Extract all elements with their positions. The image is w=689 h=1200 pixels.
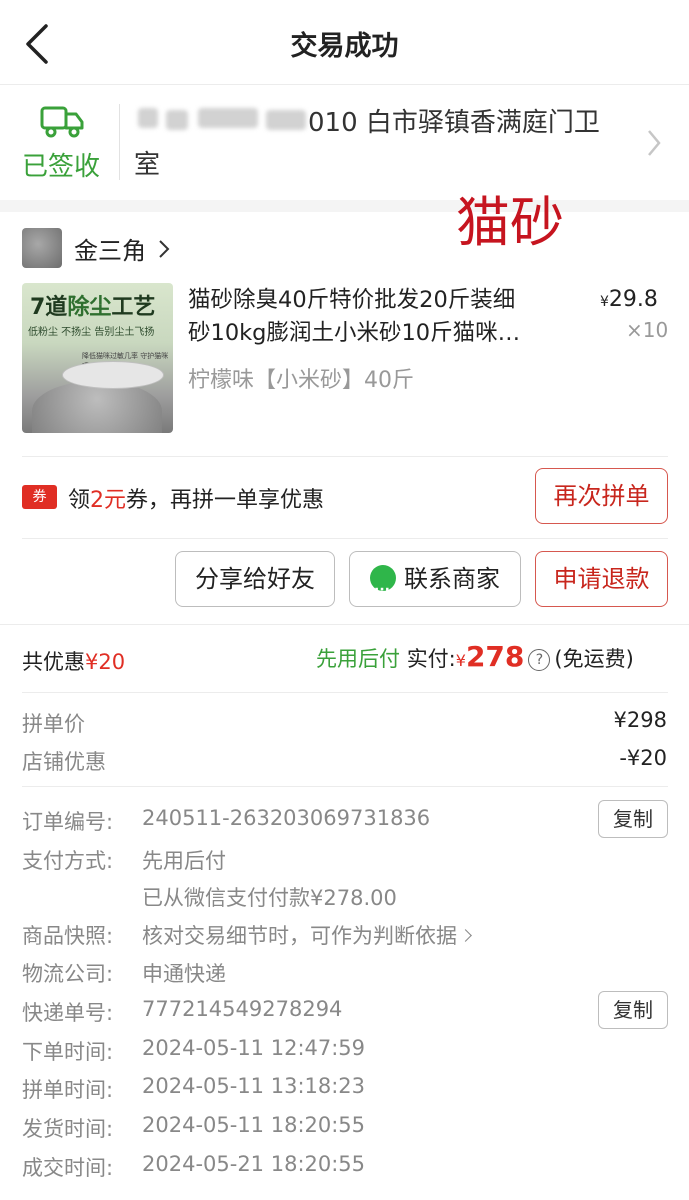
courier-label: 物流公司: xyxy=(22,962,114,986)
courier-company: 申通快递 xyxy=(142,962,226,986)
shop-avatar[interactable] xyxy=(22,228,62,268)
delivery-status: 已签收 xyxy=(22,152,101,182)
payment-method: 先用后付 xyxy=(142,849,226,873)
divider xyxy=(22,456,668,457)
shop-name[interactable]: 金三角 xyxy=(74,231,146,266)
chevron-right-icon xyxy=(459,929,472,942)
coupon-text: 领2元券，再拼一单享优惠 xyxy=(68,488,325,513)
product-quantity: ×10 xyxy=(626,318,669,342)
truck-icon xyxy=(40,106,84,138)
redacted-name xyxy=(138,108,158,128)
payment-method-label: 支付方式: xyxy=(22,849,114,873)
copy-tracking-number-button[interactable]: 复制 xyxy=(598,991,668,1029)
address-line: 室 xyxy=(134,150,161,180)
refund-button[interactable]: 申请退款 xyxy=(535,551,668,607)
time-value: 2024-05-11 18:20:55 xyxy=(142,1113,366,1137)
discount-summary: 共优惠¥20 xyxy=(22,650,126,674)
redacted-name xyxy=(166,110,188,130)
order-number: 240511-263203069731836 xyxy=(142,806,431,830)
share-button[interactable]: 分享给好友 xyxy=(175,551,335,607)
divider xyxy=(22,692,668,693)
section-separator xyxy=(0,200,689,212)
time-label: 成交时间: xyxy=(22,1156,114,1180)
time-value: 2024-05-11 12:47:59 xyxy=(142,1036,366,1060)
page-title: 交易成功 xyxy=(290,31,399,62)
redacted-phone xyxy=(198,108,258,128)
divider xyxy=(119,104,120,180)
product-spec: 柠檬味【小米砂】40斤 xyxy=(188,368,414,393)
snapshot-link[interactable]: 核对交易细节时，可作为判断依据 xyxy=(142,920,472,950)
divider xyxy=(22,538,668,539)
product-title[interactable]: 猫砂除臭40斤特价批发20斤装细 砂10kg膨润土小米砂10斤猫咪… xyxy=(188,284,578,350)
overlay-annotation: 猫砂 xyxy=(456,191,564,254)
time-label: 下单时间: xyxy=(22,1040,114,1064)
payment-note: 已从微信支付付款¥278.00 xyxy=(142,886,397,910)
redacted-phone xyxy=(266,110,306,130)
coupon-badge: 券 xyxy=(22,485,57,509)
contact-seller-button[interactable]: 联系商家 xyxy=(349,551,521,617)
paid-summary: 先用后付 实付:¥278? (免运费) xyxy=(316,640,634,673)
breakdown-value: ¥298 xyxy=(613,708,667,732)
tracking-number-label: 快递单号: xyxy=(22,1001,114,1025)
copy-order-number-button[interactable]: 复制 xyxy=(598,800,668,838)
time-label: 发货时间: xyxy=(22,1117,114,1141)
breakdown-value: -¥20 xyxy=(619,746,667,770)
help-icon[interactable]: ? xyxy=(528,649,551,671)
chevron-right-icon[interactable] xyxy=(158,238,170,260)
breakdown-label: 店铺优惠 xyxy=(22,750,106,774)
product-price: ¥29.8 xyxy=(600,287,658,312)
snapshot-label: 商品快照: xyxy=(22,924,114,948)
divider xyxy=(0,624,689,625)
tracking-number: 777214549278294 xyxy=(142,997,343,1021)
time-value: 2024-05-21 18:20:55 xyxy=(142,1152,366,1176)
product-image[interactable]: 7道除尘工艺 低粉尘 不扬尘 告别尘土飞扬 降低猫咪过敏几率 守护猫咪呼吸系统 xyxy=(22,283,173,433)
time-value: 2024-05-11 13:18:23 xyxy=(142,1074,366,1098)
time-label: 拼单时间: xyxy=(22,1078,114,1102)
breakdown-label: 拼单价 xyxy=(22,712,85,736)
regroup-button[interactable]: 再次拼单 xyxy=(535,468,668,524)
chat-icon xyxy=(370,563,396,617)
order-number-label: 订单编号: xyxy=(22,810,114,834)
divider xyxy=(22,786,668,787)
address-line: 010 白市驿镇香满庭门卫 xyxy=(308,108,600,138)
chevron-right-icon xyxy=(648,130,661,156)
